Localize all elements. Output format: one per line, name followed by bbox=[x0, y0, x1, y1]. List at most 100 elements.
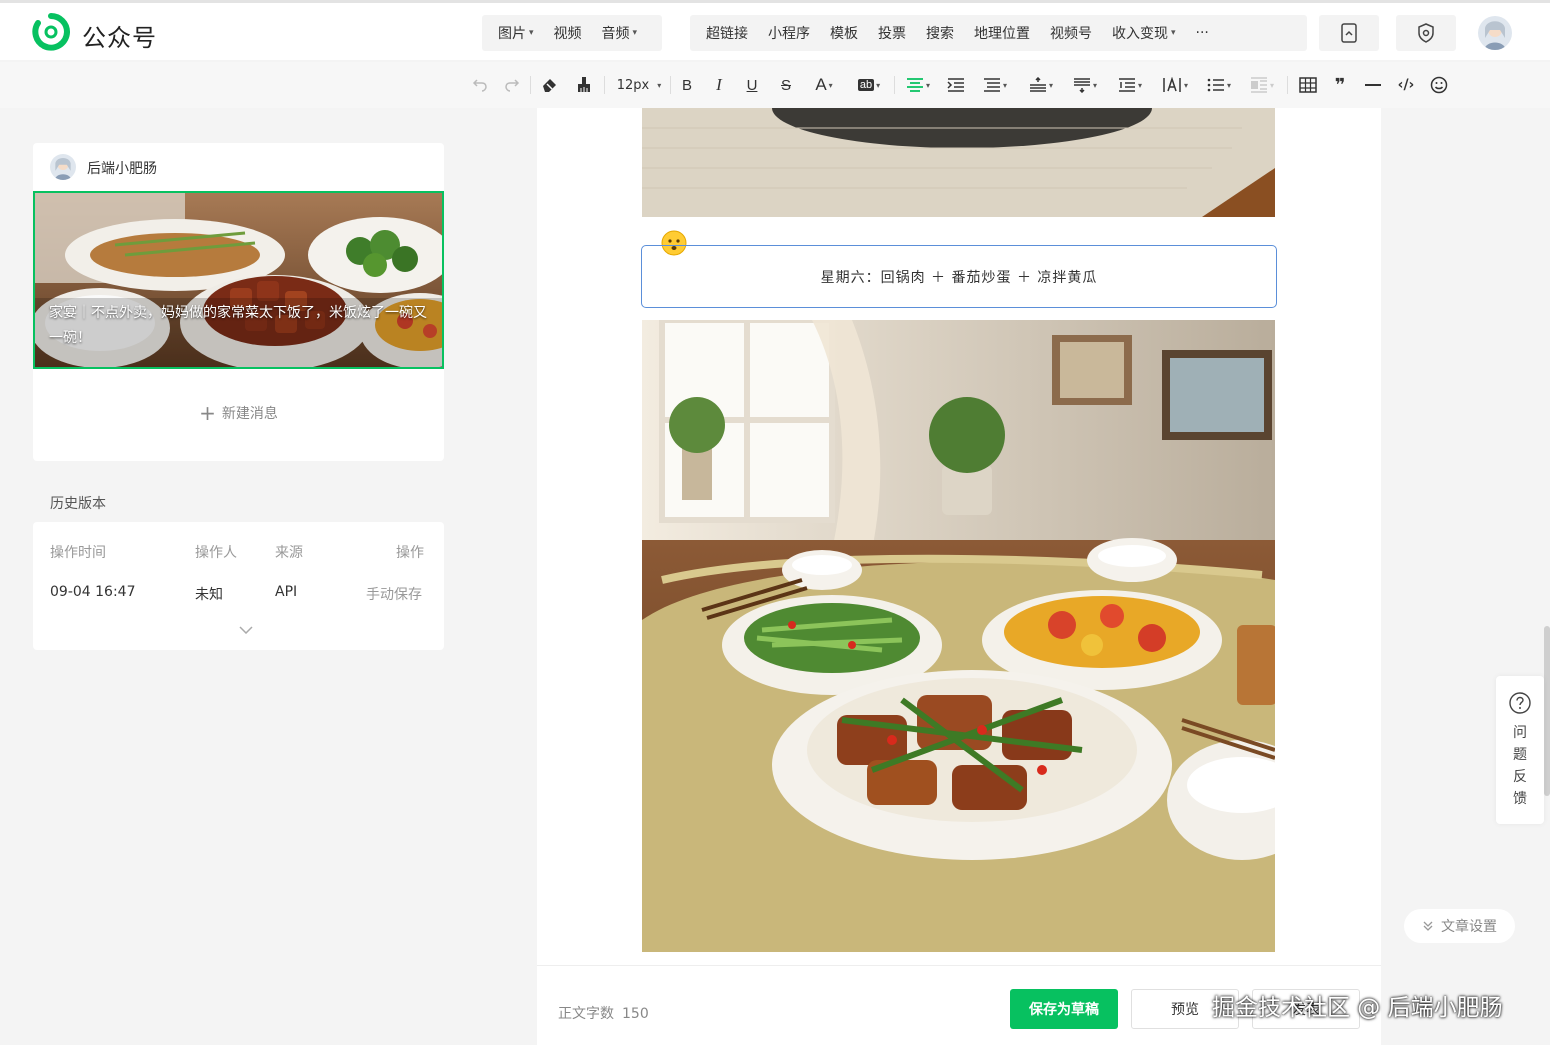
word-count: 正文字数 150 bbox=[558, 1003, 649, 1023]
align-center-button[interactable]: ▾ bbox=[903, 72, 933, 98]
component-menu-item-6[interactable]: 视频号 bbox=[1040, 15, 1102, 51]
line-height-button[interactable]: ▾ bbox=[1113, 72, 1147, 98]
quote-icon: ❞ bbox=[1334, 74, 1346, 96]
align-center-icon bbox=[906, 78, 923, 92]
media-menu-item-2[interactable]: 音频 ▾ bbox=[592, 15, 648, 51]
chevron-down-icon: ▾ bbox=[1092, 80, 1097, 90]
account-name: 后端小肥肠 bbox=[87, 161, 157, 177]
component-menu-item-0[interactable]: 超链接 bbox=[696, 15, 758, 51]
letter-spacing-icon bbox=[1163, 77, 1181, 92]
history-row-time: 09-04 16:47 bbox=[50, 584, 136, 600]
toolbar-separator bbox=[894, 76, 895, 94]
component-menu-item-3[interactable]: 投票 bbox=[868, 15, 916, 51]
list-button[interactable]: ▾ bbox=[1204, 72, 1234, 98]
article-editor[interactable]: 星期六：回锅肉 ＋ 番茄炒蛋 ＋ 凉拌黄瓜 bbox=[537, 108, 1381, 1045]
paragraph-spacing-button[interactable]: ▾ bbox=[978, 72, 1012, 98]
toolbar-separator bbox=[530, 76, 531, 94]
chevron-down-icon: ▾ bbox=[1002, 80, 1007, 90]
component-menu-item-label: 地理位置 bbox=[974, 26, 1030, 42]
smiley-icon bbox=[1430, 76, 1448, 94]
history-table: 操作时间 操作人 来源 操作 09-04 16:47 未知 API 手动保存 bbox=[33, 522, 444, 650]
new-message-button[interactable]: + 新建消息 bbox=[33, 401, 444, 425]
question-icon bbox=[1509, 692, 1531, 714]
article-list-card: 后端小肥肠 家宴｜不点外卖，妈妈做的家常菜太下饭了，米饭炫了一碗又一碗！ + 新… bbox=[33, 143, 444, 461]
article-image-main bbox=[642, 320, 1275, 952]
spacing-after-icon bbox=[1073, 78, 1090, 93]
italic-button[interactable]: I bbox=[710, 72, 728, 98]
document-icon bbox=[1341, 23, 1357, 43]
editor-toolbar: 12px ▾ B I U S A ▾ ab ▾ ▾ ▾ ▾ ▾ ▾ ▾ ▾ ▾ ❞ ‹… bbox=[0, 62, 1550, 108]
component-menu-item-2[interactable]: 模板 bbox=[820, 15, 868, 51]
chevron-down-icon: ▾ bbox=[876, 80, 881, 90]
security-button[interactable] bbox=[1396, 15, 1456, 51]
article-settings-button[interactable]: 文章设置 bbox=[1404, 909, 1515, 943]
paint-brush-icon bbox=[578, 77, 590, 92]
toolbar-separator bbox=[670, 76, 671, 94]
component-menu-item-7[interactable]: 收入变现 ▾ bbox=[1102, 15, 1186, 51]
feedback-button[interactable]: 问题反馈 bbox=[1496, 676, 1544, 824]
component-menu-item-5[interactable]: 地理位置 bbox=[964, 15, 1040, 51]
avatar-icon bbox=[50, 154, 76, 180]
mobile-preview-button[interactable] bbox=[1319, 15, 1379, 51]
new-message-label: 新建消息 bbox=[221, 406, 278, 422]
home-dinner-image bbox=[642, 320, 1275, 952]
redo-icon bbox=[505, 79, 520, 92]
component-menu-item-8[interactable]: ··· bbox=[1186, 15, 1219, 51]
user-avatar[interactable] bbox=[1478, 16, 1512, 50]
history-header-action: 操作 bbox=[396, 545, 424, 561]
page-scrollbar[interactable] bbox=[1544, 626, 1550, 796]
font-size-select[interactable]: 12px ▾ bbox=[612, 72, 666, 98]
chevron-down-icon: ▾ bbox=[1269, 80, 1274, 90]
background-color-button[interactable]: ab ▾ bbox=[852, 72, 886, 98]
indent-button[interactable] bbox=[946, 72, 966, 98]
component-menu-item-1[interactable]: 小程序 bbox=[758, 15, 820, 51]
paragraph-spacing-icon bbox=[983, 78, 1000, 92]
divider-button[interactable] bbox=[1363, 72, 1383, 98]
strikethrough-icon: S bbox=[780, 76, 791, 94]
float-button[interactable]: ▾ bbox=[1247, 72, 1277, 98]
underline-icon: U bbox=[746, 76, 758, 94]
editor-footer-divider bbox=[537, 965, 1381, 966]
media-menu-item-label: 音频 bbox=[601, 26, 630, 42]
emoji-button[interactable] bbox=[1428, 72, 1450, 98]
component-menu-item-4[interactable]: 搜索 bbox=[916, 15, 964, 51]
redo-button[interactable] bbox=[502, 72, 522, 98]
code-button[interactable]: ‹/› bbox=[1394, 72, 1418, 98]
bold-button[interactable]: B bbox=[678, 72, 696, 98]
history-header-source: 来源 bbox=[275, 545, 303, 561]
history-row-action[interactable]: 手动保存 bbox=[366, 584, 422, 604]
quote-button[interactable]: ❞ bbox=[1329, 72, 1351, 98]
word-count-label: 正文字数 bbox=[558, 1006, 614, 1022]
component-menu-item-label: 收入变现 bbox=[1112, 26, 1168, 42]
day-menu-text[interactable]: 星期六：回锅肉 ＋ 番茄炒蛋 ＋ 凉拌黄瓜 bbox=[641, 245, 1277, 308]
line-spacing-after-button[interactable]: ▾ bbox=[1068, 72, 1102, 98]
float-left-icon bbox=[1250, 77, 1267, 93]
format-painter-button[interactable] bbox=[573, 72, 595, 98]
media-menu-item-1[interactable]: 视频 bbox=[544, 15, 592, 51]
watermark-text: 掘金技术社区 @ 后端小肥肠 bbox=[1212, 995, 1503, 1021]
chevron-down-icon: ▾ bbox=[1048, 80, 1053, 90]
line-spacing-before-button[interactable]: ▾ bbox=[1024, 72, 1058, 98]
component-menu-item-label: 模板 bbox=[830, 26, 858, 42]
component-menu-item-label: 投票 bbox=[878, 26, 906, 42]
history-section-title: 历史版本 bbox=[50, 496, 106, 512]
save-draft-button[interactable]: 保存为草稿 bbox=[1010, 989, 1118, 1029]
double-chevron-down-icon bbox=[1423, 921, 1433, 931]
article-cover-item[interactable]: 家宴｜不点外卖，妈妈做的家常菜太下饭了，米饭炫了一碗又一碗！ bbox=[33, 191, 444, 369]
table-icon bbox=[1299, 77, 1317, 93]
undo-button[interactable] bbox=[470, 72, 490, 98]
insert-media-menu: 图片 ▾ 视频 音频 ▾ bbox=[482, 15, 662, 51]
cover-title: 家宴｜不点外卖，妈妈做的家常菜太下饭了，米饭炫了一碗又一碗！ bbox=[49, 305, 427, 346]
font-color-button[interactable]: A ▾ bbox=[808, 72, 840, 98]
chevron-down-icon: ▾ bbox=[657, 80, 662, 90]
chevron-down-icon: ▾ bbox=[1137, 80, 1142, 90]
horizontal-rule-icon bbox=[1365, 84, 1381, 86]
letter-spacing-button[interactable]: ▾ bbox=[1158, 72, 1192, 98]
underline-button[interactable]: U bbox=[743, 72, 761, 98]
media-menu-item-0[interactable]: 图片 ▾ bbox=[488, 15, 544, 51]
strikethrough-button[interactable]: S bbox=[777, 72, 795, 98]
chevron-down-icon[interactable] bbox=[239, 626, 253, 634]
clear-format-button[interactable] bbox=[539, 72, 561, 98]
insert-table-button[interactable] bbox=[1297, 72, 1319, 98]
article-settings-label: 文章设置 bbox=[1441, 919, 1497, 935]
